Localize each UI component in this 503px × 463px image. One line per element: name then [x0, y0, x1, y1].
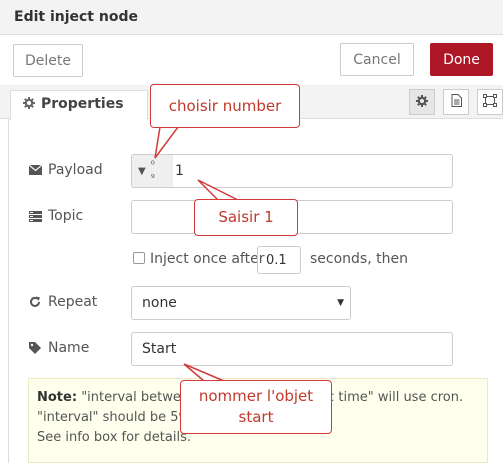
tag-icon [28, 342, 42, 354]
name-label: Name [28, 340, 89, 356]
name-input[interactable]: Start [131, 332, 453, 366]
done-button[interactable]: Done [430, 43, 493, 76]
settings-tab-button[interactable] [409, 89, 435, 115]
topic-label: Topic [28, 208, 83, 224]
inject-delay-input[interactable]: 0.1 [257, 246, 301, 274]
annotation-name-object: nommer l'objet start [180, 380, 332, 434]
frame-icon [483, 94, 497, 110]
number-type-icon: ⁰₉ [150, 160, 155, 181]
inject-delay-suffix: seconds, then [310, 251, 408, 267]
envelope-icon [28, 165, 42, 175]
panel-left-border [8, 119, 9, 463]
name-label-text: Name [48, 340, 90, 356]
gear-icon [23, 97, 37, 111]
select-arrow-icon: ▼ [337, 298, 344, 308]
annotation-enter-one: Saisir 1 [194, 199, 298, 236]
inject-once-checkbox[interactable] [133, 252, 145, 264]
cancel-button[interactable]: Cancel [340, 43, 414, 76]
repeat-label: Repeat [28, 294, 97, 310]
note-title: Note: [37, 390, 78, 405]
repeat-label-text: Repeat [48, 294, 98, 310]
repeat-select-value: none [142, 295, 177, 311]
tab-properties[interactable]: Properties [10, 90, 148, 120]
annotation-choose-number: choisir number [150, 84, 300, 128]
dialog-title: Edit inject node [14, 9, 138, 25]
repeat-icon [28, 296, 42, 308]
tab-properties-label: Properties [41, 96, 124, 112]
payload-label-text: Payload [48, 162, 103, 178]
payload-value-input[interactable]: 1 [173, 154, 453, 188]
tasks-icon [28, 210, 42, 222]
caret-down-icon: ▼ [138, 165, 146, 177]
repeat-select[interactable]: none ▼ [131, 286, 351, 320]
note-line-1-end: c time" will use cron. [327, 390, 464, 405]
inject-once-label: Inject once after [150, 251, 265, 267]
payload-label: Payload [28, 162, 103, 178]
topic-label-text: Topic [48, 208, 84, 224]
appearance-tab-button[interactable] [477, 89, 503, 115]
dialog-titlebar: Edit inject node [0, 0, 503, 35]
gear-icon [416, 94, 428, 110]
payload-type-selector[interactable]: ▼ ⁰₉ [131, 154, 173, 188]
annotation-name-object-line-2: start [238, 408, 274, 426]
description-tab-button[interactable] [443, 89, 469, 115]
annotation-name-object-line-1: nommer l'objet [198, 387, 314, 405]
delete-button[interactable]: Delete [13, 44, 83, 77]
document-icon [451, 94, 462, 110]
